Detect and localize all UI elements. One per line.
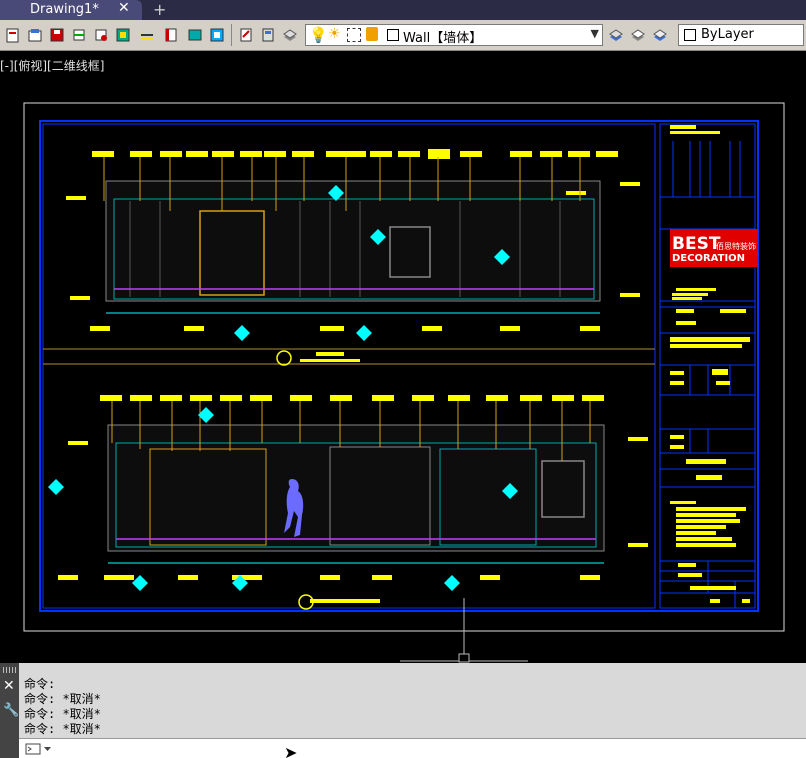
title-block: BEST 佰思特装饰 DECORATION bbox=[659, 123, 758, 609]
layer-match-icon[interactable] bbox=[650, 25, 670, 45]
cad-application-window: Drawing1* ✕ + 💡 ☀ Wall【墙体】 ▼ ByLayer BES… bbox=[0, 0, 806, 758]
new-icon[interactable] bbox=[3, 25, 23, 45]
command-input-row bbox=[19, 738, 806, 758]
history-line: 命令: *取消* bbox=[24, 692, 101, 706]
command-line-panel: ✕ 🔧 命令: 命令: *取消* 命令: *取消* 命令: *取消* bbox=[0, 663, 806, 758]
plot-icon[interactable] bbox=[69, 25, 89, 45]
color-swatch bbox=[684, 29, 696, 41]
layer-on-icon: 💡 bbox=[309, 26, 328, 44]
mouse-cursor: ➤ bbox=[284, 743, 298, 758]
open-icon[interactable] bbox=[25, 25, 45, 45]
layer-isolate-icon[interactable] bbox=[628, 25, 648, 45]
color-value: ByLayer bbox=[701, 27, 754, 42]
calculator-icon[interactable] bbox=[258, 25, 278, 45]
save-icon[interactable] bbox=[47, 25, 67, 45]
command-prompt-icon[interactable] bbox=[25, 742, 53, 756]
properties-icon[interactable] bbox=[207, 25, 227, 45]
title-bubble bbox=[276, 350, 292, 366]
lock-icon bbox=[366, 27, 378, 41]
logo-cn-text: 佰思特装饰 bbox=[716, 241, 756, 251]
ucs-crosshair bbox=[400, 598, 528, 662]
tab-label: Drawing1* bbox=[30, 2, 99, 17]
chevron-down-icon: ▼ bbox=[590, 27, 599, 40]
command-input[interactable] bbox=[55, 740, 795, 758]
layer-previous-icon[interactable] bbox=[606, 25, 626, 45]
layer-icon[interactable] bbox=[113, 25, 133, 45]
document-tab-bar: Drawing1* ✕ + bbox=[0, 0, 806, 20]
line-icon[interactable] bbox=[137, 25, 157, 45]
new-tab-button[interactable]: + bbox=[153, 0, 166, 19]
history-line: 命令: *取消* bbox=[24, 707, 101, 721]
block-icon[interactable] bbox=[161, 25, 181, 45]
logo-main-text: BEST bbox=[672, 234, 721, 254]
history-line: 命令: *取消* bbox=[24, 722, 101, 736]
command-panel-grip[interactable]: ✕ 🔧 bbox=[0, 663, 19, 758]
drawing-viewport[interactable]: BEST 佰思特装饰 DECORATION [-][俯视][二维线框] bbox=[0, 51, 806, 663]
toolbar-separator bbox=[231, 24, 232, 46]
layer-viewport-icon bbox=[347, 28, 361, 42]
color-dropdown[interactable]: ByLayer bbox=[678, 24, 804, 46]
lower-elevation bbox=[48, 395, 648, 610]
crosshair-pickbox bbox=[458, 653, 470, 663]
layer-dropdown[interactable]: 💡 ☀ Wall【墙体】 ▼ bbox=[305, 24, 603, 46]
drawing-canvas: BEST 佰思特装饰 DECORATION bbox=[23, 102, 785, 663]
wrench-icon[interactable]: 🔧 bbox=[3, 703, 19, 718]
layer-thaw-icon: ☀ bbox=[328, 26, 341, 42]
design-center-icon[interactable] bbox=[236, 25, 256, 45]
main-toolbar: 💡 ☀ Wall【墙体】 ▼ ByLayer bbox=[0, 20, 806, 51]
viewport-controls-label[interactable]: [-][俯视][二维线框] bbox=[0, 57, 104, 74]
close-icon[interactable]: ✕ bbox=[3, 678, 15, 694]
layer-name: Wall【墙体】 bbox=[403, 31, 483, 46]
layer-state-icon[interactable] bbox=[280, 25, 300, 45]
logo-sub-text: DECORATION bbox=[672, 253, 745, 264]
upper-elevation bbox=[66, 149, 640, 366]
print-preview-icon[interactable] bbox=[91, 25, 111, 45]
grip-handle[interactable] bbox=[3, 667, 16, 673]
layer-color-swatch bbox=[387, 29, 399, 41]
tab-drawing1[interactable]: Drawing1* ✕ bbox=[0, 0, 142, 20]
close-icon[interactable]: ✕ bbox=[118, 0, 130, 16]
command-history: 命令: 命令: *取消* 命令: *取消* 命令: *取消* bbox=[24, 677, 101, 737]
history-line: 命令: bbox=[24, 677, 56, 691]
match-icon[interactable] bbox=[185, 25, 205, 45]
